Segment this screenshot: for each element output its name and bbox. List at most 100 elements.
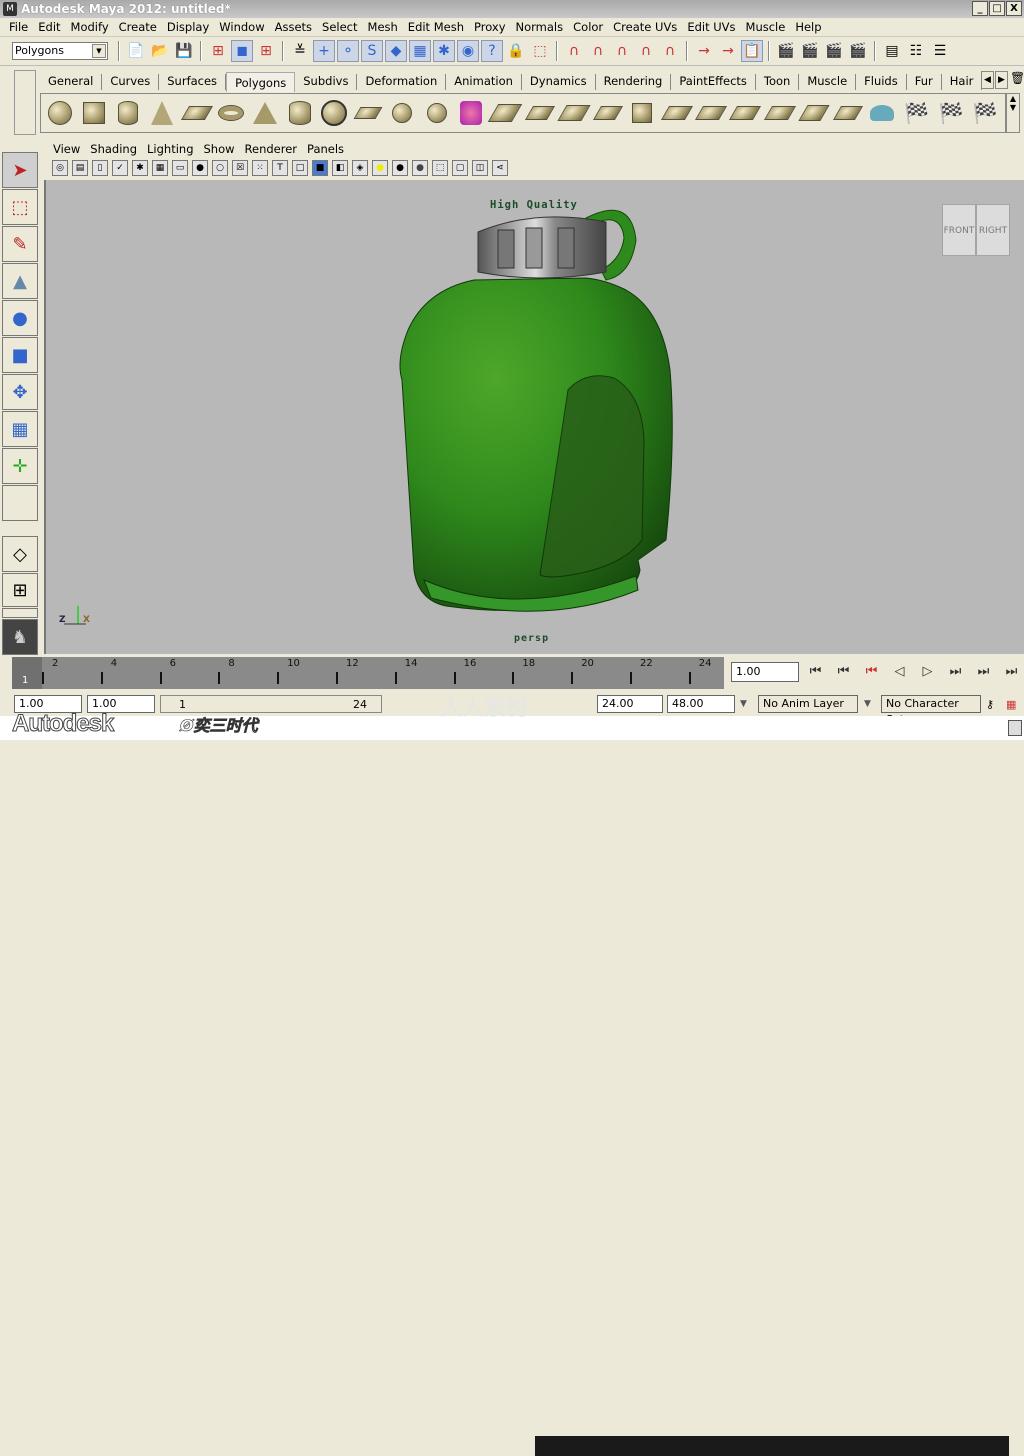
average-vertices-icon[interactable] [524, 98, 555, 128]
smooth-icon[interactable] [488, 98, 523, 128]
select-handle-icon[interactable]: + [313, 40, 335, 62]
menu-select[interactable]: Select [317, 20, 362, 34]
step-forward-key-icon[interactable]: ⏭ [974, 664, 993, 682]
safe-title-icon[interactable]: T [272, 160, 288, 176]
menu-file[interactable]: File [4, 20, 33, 34]
split-polygon-icon[interactable] [660, 98, 693, 128]
shelf-tab-rendering[interactable]: Rendering [596, 74, 672, 90]
panel-menu-panels[interactable]: Panels [302, 142, 349, 156]
snap-view-plane-icon[interactable]: ∩ [635, 40, 657, 62]
lasso-tool-icon[interactable]: ⬚ [2, 189, 38, 225]
input-connections-icon[interactable]: → [693, 40, 715, 62]
last-tool-slot[interactable] [2, 485, 38, 521]
film-gate-icon[interactable]: ▭ [172, 160, 188, 176]
paint-select-tool-icon[interactable]: ✎ [2, 226, 38, 262]
open-scene-icon[interactable]: 📂 [149, 40, 171, 62]
make-live-icon[interactable]: ∩ [659, 40, 681, 62]
wireframe-icon[interactable]: □ [292, 160, 308, 176]
construction-history-icon[interactable]: 📋 [741, 40, 763, 62]
rotate-tool-icon[interactable]: ● [2, 300, 38, 336]
menu-help[interactable]: Help [790, 20, 826, 34]
poly-pipe-icon[interactable] [285, 98, 314, 128]
wireframe-on-shaded-icon[interactable]: ◧ [332, 160, 348, 176]
select-object-icon[interactable]: ◼ [231, 40, 253, 62]
field-chart-icon[interactable]: ☒ [232, 160, 248, 176]
end-time-field[interactable]: 48.00 [667, 695, 735, 713]
universal-manipulator-icon[interactable]: ✥ [2, 374, 38, 410]
menu-muscle[interactable]: Muscle [741, 20, 791, 34]
shelf-tab-dynamics[interactable]: Dynamics [522, 74, 596, 90]
extrude-icon[interactable] [557, 98, 591, 128]
image-plane-icon[interactable]: ✓ [112, 160, 128, 176]
shelf-menu-button[interactable] [14, 70, 36, 135]
save-scene-icon[interactable]: 💾 [173, 40, 195, 62]
range-slider[interactable]: 1 24 [160, 695, 382, 713]
shadows-icon[interactable]: ● [392, 160, 408, 176]
menu-create[interactable]: Create [114, 20, 162, 34]
shelf-tab-curves[interactable]: Curves [102, 74, 160, 90]
smooth-proxy-icon[interactable] [422, 98, 451, 128]
go-to-end-icon[interactable]: ⏭ [1002, 664, 1021, 682]
tab-scroll-left-icon[interactable]: ◀ [981, 71, 994, 89]
render-view-icon[interactable]: 🎬 [775, 40, 797, 62]
offset-edge-loop-icon[interactable] [729, 98, 762, 128]
camera-tools-icon[interactable]: ▤ [72, 160, 88, 176]
sculpt-geometry-icon[interactable] [868, 98, 897, 128]
high-quality-icon[interactable]: ● [412, 160, 428, 176]
select-hierarchy-icon[interactable]: ⊞ [207, 40, 229, 62]
resolution-gate-icon[interactable]: ● [192, 160, 208, 176]
render-settings-icon[interactable]: 🎬 [847, 40, 869, 62]
bevel-icon[interactable] [798, 98, 830, 128]
tool-settings-icon[interactable]: ☰ [929, 40, 951, 62]
shelf-tab-polygons[interactable]: Polygons [226, 72, 296, 92]
menu-display[interactable]: Display [162, 20, 214, 34]
show-manipulator-icon[interactable]: ✛ [2, 448, 38, 484]
shelf-tab-fluids[interactable]: Fluids [856, 74, 907, 90]
panel-menu-show[interactable]: Show [199, 142, 240, 156]
script-editor-icon[interactable] [1008, 720, 1022, 736]
step-back-frame-icon[interactable]: ⏮ [862, 664, 881, 682]
append-polygon-icon[interactable] [628, 98, 657, 128]
share-icon[interactable]: ⋖ [492, 160, 508, 176]
minimize-button[interactable]: _ [972, 1, 988, 16]
play-forwards-icon[interactable]: ▷ [918, 664, 937, 682]
step-back-key-icon[interactable]: ⏮ [834, 664, 853, 682]
smooth-shade-icon[interactable]: ■ [312, 160, 328, 176]
safe-action-icon[interactable]: ⁙ [252, 160, 268, 176]
ipr-render-icon[interactable]: 🎬 [823, 40, 845, 62]
shelf-tab-animation[interactable]: Animation [446, 74, 522, 90]
shelf-tab-muscle[interactable]: Muscle [799, 74, 857, 90]
menu-window[interactable]: Window [214, 20, 269, 34]
scale-tool-icon[interactable]: ■ [2, 337, 38, 373]
shelf-tab-general[interactable]: General [40, 74, 103, 90]
shelf-tab-surfaces[interactable]: Surfaces [159, 74, 227, 90]
shelf-scrollbar[interactable]: ▲ ▼ [1006, 93, 1020, 133]
canteen-model[interactable] [46, 180, 1024, 654]
menu-proxy[interactable]: Proxy [469, 20, 511, 34]
cylindrical-mapping-icon[interactable]: 🏁 [936, 98, 965, 128]
menu-assets[interactable]: Assets [270, 20, 317, 34]
select-deformer-icon[interactable]: ▦ [409, 40, 431, 62]
panel-menu-lighting[interactable]: Lighting [142, 142, 198, 156]
go-to-start-icon[interactable]: ⏮ [806, 664, 825, 682]
select-joint-icon[interactable]: ⚬ [337, 40, 359, 62]
xray-icon[interactable]: ▢ [452, 160, 468, 176]
menu-edit-mesh[interactable]: Edit Mesh [403, 20, 469, 34]
four-view-layout-icon[interactable]: ⊞ [2, 573, 38, 607]
extract-icon[interactable] [388, 98, 417, 128]
play-backwards-icon[interactable]: ◁ [890, 664, 909, 682]
layout-toggle[interactable] [2, 608, 38, 618]
panel-menu-shading[interactable]: Shading [85, 142, 142, 156]
gate-mask-icon[interactable]: ○ [212, 160, 228, 176]
planar-mapping-icon[interactable]: 🏁 [902, 98, 931, 128]
poke-face-icon[interactable] [833, 98, 864, 128]
poly-cone-icon[interactable] [148, 98, 177, 128]
maximize-button[interactable]: □ [989, 1, 1005, 16]
menu-color[interactable]: Color [568, 20, 608, 34]
insert-edge-loop-icon[interactable] [694, 98, 728, 128]
shelf-tab-painteffects[interactable]: PaintEffects [671, 74, 756, 90]
menu-edit[interactable]: Edit [33, 20, 65, 34]
textured-icon[interactable]: ◈ [352, 160, 368, 176]
shelf-tab-subdivs[interactable]: Subdivs [295, 74, 358, 90]
select-dynamic-icon[interactable]: ✱ [433, 40, 455, 62]
